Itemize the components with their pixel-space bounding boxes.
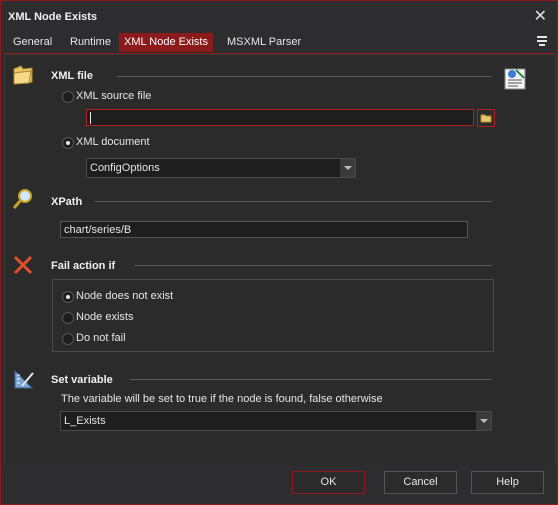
xml-document-select[interactable]: ConfigOptions [86, 158, 356, 178]
xml-document-icon [504, 68, 526, 90]
xml-file-divider [117, 76, 492, 77]
xpath-divider [95, 201, 492, 202]
help-button[interactable]: Help [471, 471, 544, 494]
fail-option-label: Node does not exist [76, 290, 174, 302]
xml-document-value: ConfigOptions [90, 162, 160, 174]
chevron-down-icon[interactable] [476, 412, 491, 430]
text-caret [90, 112, 91, 124]
variable-value: L_Exists [64, 415, 106, 427]
fail-option-radio-node-does-not-exist[interactable] [62, 291, 74, 303]
cancel-button[interactable]: Cancel [384, 471, 457, 494]
xml-document-label: XML document [76, 136, 150, 148]
xpath-title: XPath [51, 196, 83, 208]
ruler-icon [14, 369, 34, 389]
fail-option-label: Node exists [76, 311, 134, 323]
fail-action-title: Fail action if [51, 260, 116, 272]
dialog-window: XML Node Exists ✕ General Runtime XML No… [0, 0, 558, 505]
variable-select[interactable]: L_Exists [60, 411, 492, 431]
fail-action-divider [134, 265, 492, 266]
ok-button[interactable]: OK [292, 471, 365, 494]
xml-file-title: XML file [51, 70, 93, 82]
red-x-icon [13, 255, 33, 275]
xpath-input[interactable]: chart/series/B [60, 221, 468, 238]
browse-button[interactable] [477, 109, 495, 127]
fail-option-label: Do not fail [76, 332, 126, 344]
folder-icon [13, 65, 33, 85]
xml-source-file-radio[interactable] [62, 91, 74, 103]
window-title: XML Node Exists [8, 11, 98, 23]
chevron-down-icon[interactable] [340, 159, 355, 177]
folder-icon [480, 114, 492, 123]
fail-action-group: Node does not exist Node exists Do not f… [52, 279, 494, 352]
xml-source-file-input[interactable] [86, 109, 474, 126]
set-variable-divider [130, 379, 492, 380]
xml-source-file-label: XML source file [76, 90, 152, 102]
fail-option-radio-node-exists[interactable] [62, 312, 74, 324]
tab-xml-node-exists[interactable]: XML Node Exists [119, 33, 213, 52]
tab-runtime[interactable]: Runtime [63, 33, 118, 52]
tab-msxml-parser[interactable]: MSXML Parser [220, 33, 308, 52]
tab-strip: General Runtime XML Node Exists MSXML Pa… [4, 33, 555, 54]
tab-menu-icon[interactable] [537, 35, 547, 47]
tab-general[interactable]: General [6, 33, 59, 52]
button-bar: OK Cancel Help [1, 465, 557, 504]
tab-content: XML file XML source file XML document Co… [4, 54, 556, 466]
title-bar: XML Node Exists ✕ [1, 1, 557, 33]
xml-document-radio[interactable] [62, 137, 74, 149]
close-icon[interactable]: ✕ [534, 6, 547, 26]
magnifier-icon [12, 189, 32, 209]
fail-option-radio-do-not-fail[interactable] [62, 333, 74, 345]
set-variable-description: The variable will be set to true if the … [61, 393, 383, 405]
set-variable-title: Set variable [51, 374, 113, 386]
